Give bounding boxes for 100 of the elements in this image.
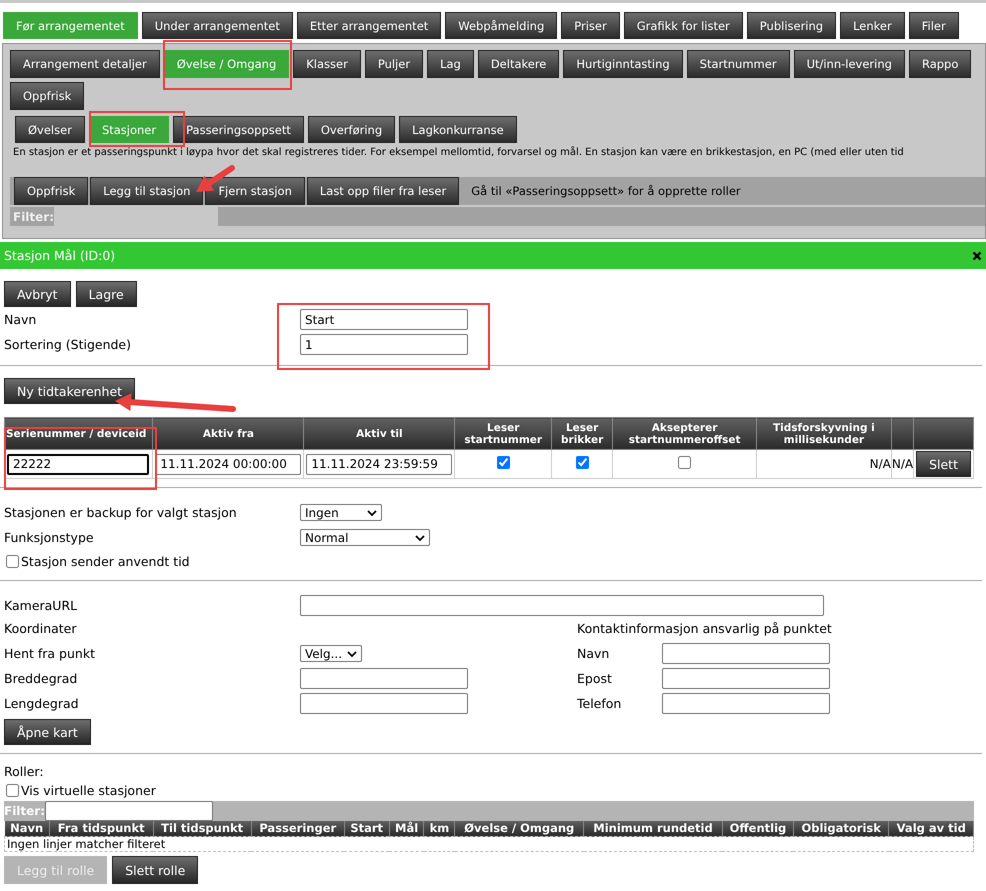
checkbox[interactable]: [496, 456, 510, 469]
input-field[interactable]: [662, 693, 830, 714]
tab[interactable]: Etter arrangementet: [296, 12, 442, 39]
tab[interactable]: Oppfrisk: [10, 82, 84, 110]
column-header: Start: [344, 821, 390, 836]
field-label: Epost: [577, 671, 612, 686]
tab[interactable]: Lenker: [840, 12, 905, 39]
input-field[interactable]: Start: [300, 309, 468, 330]
column-header: Øvelse / Omgang: [454, 821, 584, 836]
filter-field[interactable]: [54, 206, 218, 227]
column-header: Navn: [4, 821, 50, 836]
column-header: Aktiv til: [304, 418, 455, 450]
input-field[interactable]: 11.11.2024 23:59:59: [306, 454, 452, 474]
field-label: Breddegrad: [4, 671, 78, 686]
checkbox[interactable]: [678, 456, 692, 469]
tab[interactable]: Grafikk for lister: [624, 12, 743, 39]
column-header: Fra tidspunkt: [49, 821, 153, 836]
input-field[interactable]: [662, 643, 830, 664]
open-map-button[interactable]: Åpne kart: [4, 719, 91, 745]
dialog-button[interactable]: Lagre: [76, 281, 137, 307]
toolbar-button[interactable]: Oppfrisk: [14, 177, 88, 205]
field-label: KameraURL: [4, 598, 78, 613]
column-header: Leser startnummer: [454, 418, 552, 450]
input-field[interactable]: 22222: [7, 454, 149, 474]
dropdown[interactable]: Velg...: [300, 645, 362, 662]
column-header: Minimum rundetid: [584, 821, 722, 836]
column-header: Tidsforskyvning i millisekunder: [756, 418, 892, 450]
field-label: Hent fra punkt: [4, 646, 95, 661]
field-label: Navn: [4, 312, 38, 327]
column-header: Passeringer: [251, 821, 344, 836]
tab[interactable]: Webpåmelding: [445, 12, 558, 39]
column-header: Serienummer / deviceid: [4, 418, 153, 450]
input-field[interactable]: 11.11.2024 00:00:00: [155, 454, 302, 474]
tab[interactable]: Under arrangementet: [142, 12, 293, 39]
table-cell: N/A: [756, 450, 892, 478]
field-label: Stasjonen er backup for valgt stasjon: [4, 505, 238, 520]
column-header: Offentlig: [722, 821, 794, 836]
tab[interactable]: Hurtiginntasting: [563, 50, 683, 78]
field-label: Navn: [577, 646, 610, 661]
toolbar-button[interactable]: Fjern stasjon: [205, 177, 305, 205]
tab[interactable]: Passeringsoppsett: [173, 116, 304, 143]
description-text: En stasjon er et passeringspunkt i løypa hvor det skal registreres tider. For eksempel mellomtid, forvarsel og mål. En stasjon kan være en brikkestasjon, en PC (med eller uten tid: [12, 145, 904, 160]
field-label: Funksjonstype: [4, 530, 95, 545]
tab[interactable]: Ut/inn-levering: [794, 50, 905, 78]
tab[interactable]: Lag: [427, 50, 474, 78]
dropdown[interactable]: Normal: [300, 529, 430, 546]
tab[interactable]: Filer: [908, 12, 959, 39]
column-header: Obligatorisk: [793, 821, 889, 836]
filter-label: Filter:: [4, 804, 46, 818]
empty-message: Ingen linjer matcher filteret: [4, 836, 974, 852]
tab[interactable]: Startnummer: [686, 50, 790, 78]
tab[interactable]: Arrangement detaljer: [10, 50, 160, 78]
input-field[interactable]: [300, 693, 468, 714]
tab[interactable]: Overføring: [308, 116, 396, 143]
role-button[interactable]: Slett rolle: [112, 856, 198, 884]
input-field[interactable]: [300, 595, 824, 616]
field-label: Koordinater: [4, 621, 77, 636]
column-header: Aktiv fra: [152, 418, 304, 450]
chevron-icon: [415, 534, 425, 540]
delete-button[interactable]: Slett: [916, 451, 971, 477]
input-field[interactable]: [300, 668, 468, 689]
dialog-title: Stasjon Mål (ID:0): [4, 248, 116, 263]
toolbar-button[interactable]: Last opp filer fra leser: [306, 177, 460, 205]
checkbox-label: Vis virtuelle stasjoner: [21, 782, 156, 798]
tab[interactable]: Puljer: [364, 50, 424, 78]
column-header: km: [424, 821, 455, 836]
tab[interactable]: Øvelser: [15, 116, 85, 143]
column-header: Til tidspunkt: [153, 821, 252, 836]
field-label: Sortering (Stigende): [4, 337, 132, 352]
chevron-icon: [367, 510, 377, 516]
checkbox[interactable]: [6, 784, 19, 796]
close-icon[interactable]: [972, 250, 982, 260]
section-label: Kontaktinformasjon ansvarlig på punktet: [577, 621, 832, 636]
table-cell: N/A: [891, 450, 914, 478]
tab[interactable]: Deltakere: [478, 50, 560, 78]
column-header: Mål: [389, 821, 424, 836]
tab[interactable]: Lagkonkurranse: [399, 116, 517, 143]
column-header: Leser brikker: [552, 418, 613, 450]
toolbar-button[interactable]: Legg til stasjon: [90, 177, 204, 205]
dropdown[interactable]: Ingen: [300, 504, 382, 521]
input-field[interactable]: 1: [300, 334, 468, 355]
hint-text: Gå til «Passeringsoppsett» for å opprette roller: [471, 184, 741, 198]
chevron-icon: [347, 650, 357, 656]
field-label: Lengdegrad: [4, 696, 79, 711]
column-header: Aksepterer startnummeroffset: [612, 418, 756, 450]
checkbox-label: Stasjon sender anvendt tid: [21, 554, 190, 568]
filter-field[interactable]: [45, 801, 214, 821]
tab[interactable]: Rappo: [908, 50, 972, 78]
checkbox[interactable]: [576, 456, 589, 469]
column-header: Valg av tid: [888, 821, 974, 836]
new-unit-button[interactable]: Ny tidtakerenhet: [4, 378, 136, 404]
tab[interactable]: Klasser: [293, 50, 361, 78]
field-label: Telefon: [577, 696, 622, 711]
filter-label: Filter:: [13, 210, 54, 224]
section-label: Roller:: [4, 764, 45, 779]
input-field[interactable]: [662, 668, 830, 689]
tab[interactable]: Priser: [561, 12, 620, 39]
tab[interactable]: Publisering: [746, 12, 836, 39]
checkbox[interactable]: [6, 554, 19, 568]
dialog-button[interactable]: Avbryt: [4, 281, 71, 307]
